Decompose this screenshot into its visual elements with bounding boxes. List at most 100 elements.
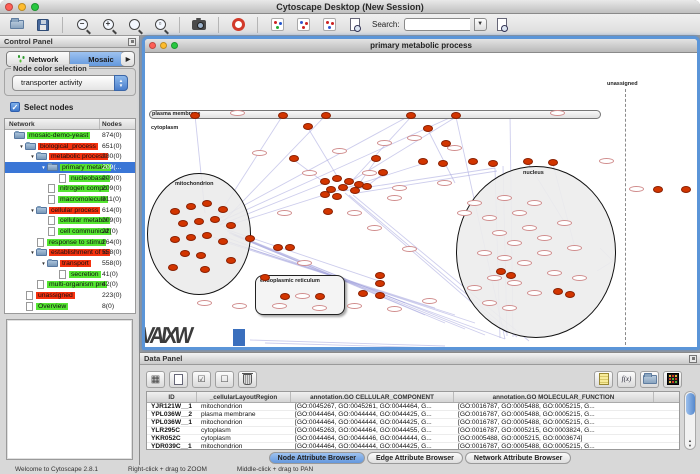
snapshot-button[interactable] (188, 16, 210, 34)
select-nodes-checkbox[interactable]: ✓ (10, 102, 20, 112)
float-panel-icon[interactable] (689, 355, 697, 363)
tree-row[interactable]: ▼biological_process651(0) (5, 141, 135, 152)
graph-node[interactable] (278, 112, 288, 119)
graph-node[interactable] (496, 268, 506, 275)
table-scrollbar[interactable]: ▲▼ (684, 391, 696, 450)
tree-column-network[interactable]: Network (9, 121, 35, 128)
node-label[interactable] (402, 246, 417, 252)
attribute-panel-button[interactable]: ▦ (146, 371, 165, 388)
tab-overflow-button[interactable]: ▶ (121, 51, 135, 67)
graph-node[interactable] (332, 175, 342, 182)
node-label[interactable] (550, 110, 565, 116)
graph-node[interactable] (226, 222, 236, 229)
graph-node[interactable] (186, 234, 196, 241)
graph-node[interactable] (196, 252, 206, 259)
node-label[interactable] (422, 298, 437, 304)
graph-node[interactable] (438, 160, 448, 167)
vizmapper-button[interactable] (266, 16, 288, 34)
node-label[interactable] (230, 110, 245, 116)
node-label[interactable] (507, 280, 522, 286)
node-label[interactable] (197, 300, 212, 306)
node-label[interactable] (537, 235, 552, 241)
graph-node[interactable] (406, 112, 416, 119)
node-label[interactable] (252, 150, 267, 156)
open-file-button[interactable] (6, 16, 28, 34)
graph-node[interactable] (280, 293, 290, 300)
tree-row[interactable]: ▼cellular process614(0) (5, 205, 135, 216)
tree-row[interactable]: secretion41(0) (5, 269, 135, 280)
graph-node[interactable] (245, 235, 255, 242)
zoom-out-button[interactable]: − (71, 16, 93, 34)
graph-node[interactable] (548, 159, 558, 166)
graph-node[interactable] (375, 292, 385, 299)
node-label[interactable] (482, 215, 497, 221)
create-attribute-button[interactable] (169, 371, 188, 388)
graph-node[interactable] (375, 272, 385, 279)
tree-row[interactable]: cell communicat22(0) (5, 226, 135, 237)
search-input[interactable] (404, 18, 470, 31)
zoom-in-button[interactable]: + (97, 16, 119, 34)
graph-node[interactable] (180, 250, 190, 257)
unselect-attributes-button[interactable]: ☐ (215, 371, 234, 388)
node-label[interactable] (507, 240, 522, 246)
node-label[interactable] (497, 195, 512, 201)
graph-node[interactable] (523, 158, 533, 165)
graph-node[interactable] (218, 206, 228, 213)
graph-node[interactable] (210, 216, 220, 223)
tree-row[interactable]: unassigned223(0) (5, 290, 135, 301)
graph-node[interactable] (423, 125, 433, 132)
graph-node[interactable] (418, 158, 428, 165)
graph-node[interactable] (681, 186, 691, 193)
expander-icon[interactable]: ▼ (18, 144, 25, 149)
window-titlebar[interactable]: Cytoscape Desktop (New Session) (0, 0, 700, 14)
graph-node[interactable] (170, 236, 180, 243)
tree-row[interactable]: ▼metabolic process280(0) (5, 151, 135, 162)
node-label[interactable] (527, 290, 542, 296)
graph-node[interactable] (451, 112, 461, 119)
graph-node[interactable] (273, 244, 283, 251)
node-label[interactable] (272, 303, 287, 309)
node-label[interactable] (302, 170, 317, 176)
graph-node[interactable] (260, 274, 270, 281)
tree-row[interactable]: mosaic-demo-yeast874(0) (5, 130, 135, 141)
expander-icon[interactable]: ▼ (29, 154, 36, 159)
node-label[interactable] (232, 303, 247, 309)
graph-node[interactable] (553, 288, 563, 295)
node-label[interactable] (557, 220, 572, 226)
attribute-matrix-button[interactable] (663, 371, 682, 388)
node-label[interactable] (572, 275, 587, 281)
import-annotation-button[interactable] (344, 16, 366, 34)
graph-node[interactable] (378, 169, 388, 176)
tree-row[interactable]: cellular metabol209(0) (5, 216, 135, 227)
tree-row[interactable]: ▼primary metabo209(... (5, 162, 135, 173)
tree-row[interactable]: ▼establishment of lo558(0) (5, 248, 135, 259)
column-header[interactable]: annotation.GO CELLULAR_COMPONENT (291, 392, 454, 402)
tree-row[interactable]: nucleobase-209(0) (5, 173, 135, 184)
attribute-editor-button[interactable] (594, 371, 613, 388)
network-canvas[interactable]: plasma membrane cytoplasm mitochondrion … (145, 53, 697, 347)
tree-row[interactable]: multi-organism pro42(0) (5, 280, 135, 291)
table-row[interactable]: YPL036W__2plasma membrane[GO:0044464, GO… (147, 411, 679, 419)
tab-node-attribute-browser[interactable]: Node Attribute Browser (269, 452, 365, 464)
table-row[interactable]: YPL036W__1mitochondrion[GO:0044464, GO:0… (147, 419, 679, 427)
node-label[interactable] (467, 285, 482, 291)
graph-node[interactable] (315, 293, 325, 300)
node-label[interactable] (567, 245, 582, 251)
network-window-titlebar[interactable]: primary metabolic process (145, 39, 697, 53)
node-label[interactable] (367, 225, 382, 231)
graph-node[interactable] (332, 193, 342, 200)
node-label[interactable] (277, 210, 292, 216)
graph-node[interactable] (488, 160, 498, 167)
graph-node[interactable] (218, 238, 228, 245)
tree-column-nodes[interactable]: Nodes (102, 121, 122, 128)
expander-icon[interactable]: ▼ (40, 261, 47, 266)
tree-row[interactable]: response to stimul264(0) (5, 237, 135, 248)
node-label[interactable] (377, 140, 392, 146)
node-label[interactable] (407, 135, 422, 141)
graph-node[interactable] (468, 158, 478, 165)
node-label[interactable] (629, 186, 644, 192)
graph-node[interactable] (194, 218, 204, 225)
node-label[interactable] (347, 210, 362, 216)
graph-node[interactable] (289, 155, 299, 162)
save-button[interactable] (32, 16, 54, 34)
